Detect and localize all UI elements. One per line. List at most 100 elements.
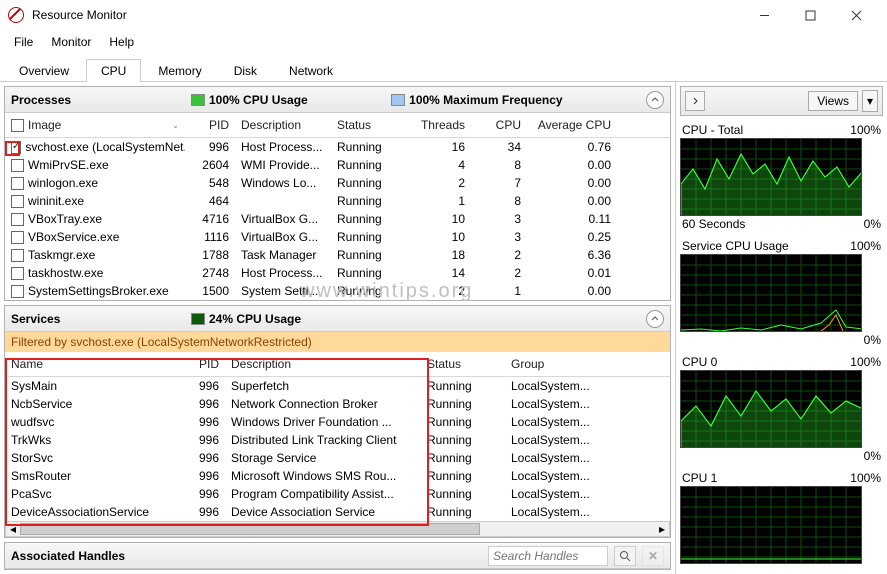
window-titlebar: Resource Monitor [0,0,887,30]
table-row[interactable]: VBoxService.exe1116VirtualBox G...Runnin… [5,228,670,246]
col-svc-name[interactable]: Name [5,354,179,374]
services-title: Services [11,312,191,326]
processes-rows[interactable]: svchost.exe (LocalSystemNet...996Host Pr… [5,138,670,300]
row-checkbox[interactable] [11,195,24,208]
menu-file[interactable]: File [6,32,41,52]
tab-memory[interactable]: Memory [143,59,216,82]
table-row[interactable]: wininit.exe464Running180.00 [5,192,670,210]
chart-foot-right: 0% [864,333,881,347]
chart-block: CPU - Total100%60 Seconds0% [680,122,883,232]
col-svc-pid[interactable]: PID [179,354,225,374]
tab-disk[interactable]: Disk [219,59,272,82]
col-pid[interactable]: PID [185,115,235,135]
charts-toolbar: Views ▾ [680,86,883,116]
chart-max: 100% [850,355,881,369]
search-handles-input[interactable] [488,546,608,566]
col-cpu[interactable]: CPU [471,115,527,135]
col-svc-group[interactable]: Group [505,354,605,374]
table-row[interactable]: TrkWks996Distributed Link Tracking Clien… [5,431,670,449]
col-svc-status[interactable]: Status [421,354,505,374]
chart-title: CPU - Total [682,123,743,137]
tab-network[interactable]: Network [274,59,348,82]
row-checkbox[interactable] [11,177,24,190]
services-rows[interactable]: SysMain996SuperfetchRunningLocalSystem..… [5,377,670,521]
menu-monitor[interactable]: Monitor [43,32,99,52]
services-header[interactable]: Services 24% CPU Usage [5,306,670,332]
menu-help[interactable]: Help [101,32,142,52]
table-row[interactable]: taskhostw.exe2748Host Process...Running1… [5,264,670,282]
table-row[interactable]: SystemSettingsBroker.exe1500System Setti… [5,282,670,300]
table-row[interactable]: DeviceAssociationService996Device Associ… [5,503,670,521]
col-svc-desc[interactable]: Description [225,354,421,374]
chart-foot-right: 0% [864,449,881,463]
scroll-left-arrow[interactable]: ◂ [6,522,20,536]
chart-foot-right: 0% [864,217,881,231]
horizontal-scrollbar[interactable]: ◂ ▸ [5,521,670,537]
cpu-usage-swatch [191,94,205,106]
tab-overview[interactable]: Overview [4,59,84,82]
search-clear-button[interactable]: ✕ [642,546,664,566]
close-button[interactable] [833,0,879,30]
table-row[interactable]: VBoxTray.exe4716VirtualBox G...Running10… [5,210,670,228]
search-button[interactable] [614,546,636,566]
table-row[interactable]: SysMain996SuperfetchRunningLocalSystem..… [5,377,670,395]
views-dropdown-button[interactable]: ▾ [862,90,878,112]
chart-block: CPU 1100% [680,470,883,566]
col-status[interactable]: Status [331,115,409,135]
max-freq-swatch [391,94,405,106]
table-row[interactable]: svchost.exe (LocalSystemNet...996Host Pr… [5,138,670,156]
views-button[interactable]: Views [808,91,858,111]
col-avgcpu[interactable]: Average CPU [527,115,617,135]
services-columns: Name PID Description Status Group [5,352,670,377]
chart-title: CPU 0 [682,355,717,369]
chart-canvas [680,254,862,332]
table-row[interactable]: SmsRouter996Microsoft Windows SMS Rou...… [5,467,670,485]
scroll-right-arrow[interactable]: ▸ [655,522,669,536]
max-freq-label: 100% Maximum Frequency [409,93,562,107]
svc-usage-label: 24% CPU Usage [209,312,301,326]
processes-columns: Image⌄ PID Description Status Threads CP… [5,113,670,138]
col-description[interactable]: Description [235,115,331,135]
chart-block: Service CPU Usage 100% 0% [680,238,883,348]
handles-panel: Associated Handles ✕ [4,542,671,570]
chart-canvas [680,486,862,564]
chart-foot-left: 60 Seconds [682,217,745,231]
menubar: File Monitor Help [0,30,887,54]
table-row[interactable]: PcaSvc996Program Compatibility Assist...… [5,485,670,503]
app-icon [8,7,24,23]
row-checkbox[interactable] [11,267,24,280]
processes-header[interactable]: Processes 100% CPU Usage 100% Maximum Fr… [5,87,670,113]
row-checkbox[interactable] [11,231,24,244]
row-checkbox[interactable] [11,249,24,262]
row-checkbox[interactable] [11,213,24,226]
select-all-checkbox[interactable] [11,119,24,132]
tab-strip: Overview CPU Memory Disk Network [0,54,887,82]
col-image[interactable]: Image [28,118,61,132]
charts-nav-button[interactable] [685,91,705,111]
table-row[interactable]: wudfsvc996Windows Driver Foundation ...R… [5,413,670,431]
row-checkbox[interactable] [11,141,21,154]
chart-canvas [680,138,862,216]
table-row[interactable]: WmiPrvSE.exe2604WMI Provide...Running480… [5,156,670,174]
minimize-button[interactable] [741,0,787,30]
tab-cpu[interactable]: CPU [86,59,141,82]
collapse-services-button[interactable] [646,310,664,328]
maximize-button[interactable] [787,0,833,30]
processes-title: Processes [11,93,191,107]
table-row[interactable]: Taskmgr.exe1788Task ManagerRunning1826.3… [5,246,670,264]
scroll-thumb[interactable] [20,523,480,535]
services-panel: Services 24% CPU Usage Filtered by svcho… [4,305,671,538]
row-checkbox[interactable] [11,285,24,298]
col-threads[interactable]: Threads [409,115,471,135]
chart-max: 100% [850,471,881,485]
table-row[interactable]: NcbService996Network Connection BrokerRu… [5,395,670,413]
row-checkbox[interactable] [11,159,24,172]
charts-pane: Views ▾ CPU - Total100%60 Seconds0%Servi… [675,82,887,574]
table-row[interactable]: StorSvc996Storage ServiceRunningLocalSys… [5,449,670,467]
table-row[interactable]: winlogon.exe548Windows Lo...Running270.0… [5,174,670,192]
collapse-processes-button[interactable] [646,91,664,109]
chart-title: Service CPU Usage [682,239,789,253]
chart-canvas [680,370,862,448]
chart-max: 100% [850,239,881,253]
handles-header[interactable]: Associated Handles ✕ [5,543,670,569]
